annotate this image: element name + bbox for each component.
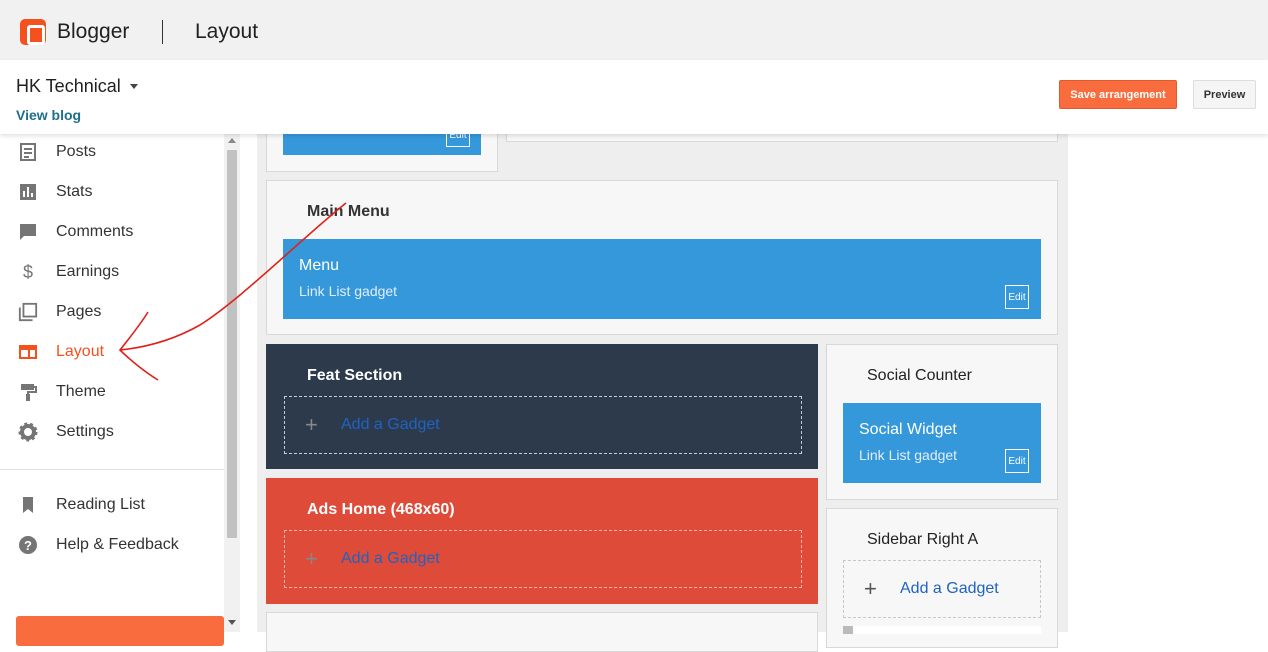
layout-gadget-partial[interactable] [843,626,1041,634]
plus-icon: + [864,576,877,601]
sidebar-item-label: Reading List [56,496,145,513]
gear-icon [18,422,38,442]
scroll-up-icon[interactable] [228,138,236,143]
section-title: Main Menu [307,203,390,220]
sidebar-item-reading-list[interactable]: Reading List [0,485,224,525]
stats-icon [18,182,38,202]
preview-button[interactable]: Preview [1193,80,1256,109]
plus-icon: + [305,546,318,571]
layout-icon [18,342,38,362]
gadget-type: Link List gadget [299,283,398,299]
help-icon: ? [18,535,38,555]
comments-icon [18,222,38,242]
blog-bar: HK Technical View blog Save arrangement … [0,60,1268,134]
add-gadget-button[interactable]: + Add a Gadget [284,396,802,454]
layout-section-social-counter[interactable]: Social Counter Social Widget Link List g… [826,344,1058,500]
sidebar-item-label: Stats [56,183,93,200]
sidebar-item-label: Theme [56,383,106,400]
layout-section-feat[interactable]: Feat Section + Add a Gadget [266,344,818,469]
add-gadget-button[interactable]: + Add a Gadget [843,560,1041,618]
save-arrangement-button[interactable]: Save arrangement [1059,80,1177,109]
add-gadget-label: Add a Gadget [341,550,440,567]
layout-section-bottom[interactable] [266,612,818,652]
gadget-title: Social Widget [859,421,957,438]
section-title: Social Counter [867,367,972,384]
sidebar-bottom-button[interactable] [16,616,224,646]
sidebar-item-layout[interactable]: Layout [0,332,224,372]
layout-gadget-social-widget[interactable]: Social Widget Link List gadget Edit [843,403,1041,483]
layout-section-sidebar-right-a[interactable]: Sidebar Right A + Add a Gadget [826,508,1058,648]
gadget-title: Menu [299,257,340,274]
add-gadget-label: Add a Gadget [900,580,999,597]
sidebar-item-label: Help & Feedback [56,536,179,553]
app-brand[interactable]: Blogger [57,20,129,44]
edit-button[interactable]: Edit [1005,285,1029,309]
posts-icon [18,142,38,162]
gadget-type: Link List gadget [859,447,958,463]
blogger-logo-icon[interactable] [20,19,46,45]
edit-button[interactable]: Edit [1005,449,1029,473]
svg-text:?: ? [24,538,32,553]
sidebar: Posts Stats Comments $ Earnings Pages La… [0,132,224,646]
sidebar-scroll-thumb[interactable] [227,150,237,538]
add-gadget-button[interactable]: + Add a Gadget [284,530,802,588]
layout-section-ads-home[interactable]: Ads Home (468x60) + Add a Gadget [266,478,818,604]
sidebar-item-label: Pages [56,303,102,320]
view-blog-link[interactable]: View blog [16,107,81,123]
layout-gadget-menu[interactable]: Menu Link List gadget Edit [283,239,1041,319]
page-title: Layout [195,20,259,43]
sidebar-item-comments[interactable]: Comments [0,212,224,252]
app-header: Blogger Layout [0,0,1268,60]
header-divider [162,20,163,44]
dollar-icon: $ [22,261,33,282]
sidebar-item-help[interactable]: ? Help & Feedback [0,525,224,565]
sidebar-item-label: Layout [56,343,105,360]
chevron-down-icon[interactable] [130,84,138,89]
sidebar-divider [0,469,224,470]
plus-icon: + [305,412,318,437]
section-title: Ads Home (468x60) [307,501,455,518]
sidebar-item-label: Earnings [56,263,120,280]
sidebar-item-settings[interactable]: Settings [0,412,224,452]
paint-roller-icon [18,382,38,402]
layout-canvas: Edit Main Menu Menu Link List gadget Edi… [257,123,1068,652]
sidebar-item-pages[interactable]: Pages [0,292,224,332]
sidebar-item-label: Settings [56,423,114,440]
sidebar-item-stats[interactable]: Stats [0,172,224,212]
bookmark-icon [18,495,38,515]
sidebar-item-label: Posts [56,143,97,160]
blog-selector[interactable]: HK Technical [16,76,121,97]
add-gadget-label: Add a Gadget [341,416,440,433]
sidebar-item-earnings[interactable]: $ Earnings [0,252,224,292]
sidebar-item-posts[interactable]: Posts [0,132,224,172]
layout-section-main-menu[interactable]: Main Menu Menu Link List gadget Edit [266,180,1058,335]
section-title: Sidebar Right A [867,531,979,548]
sidebar-item-label: Comments [56,223,134,240]
sidebar-item-theme[interactable]: Theme [0,372,224,412]
scroll-down-icon[interactable] [228,620,236,625]
section-title: Feat Section [307,367,403,384]
pages-icon [18,302,38,322]
